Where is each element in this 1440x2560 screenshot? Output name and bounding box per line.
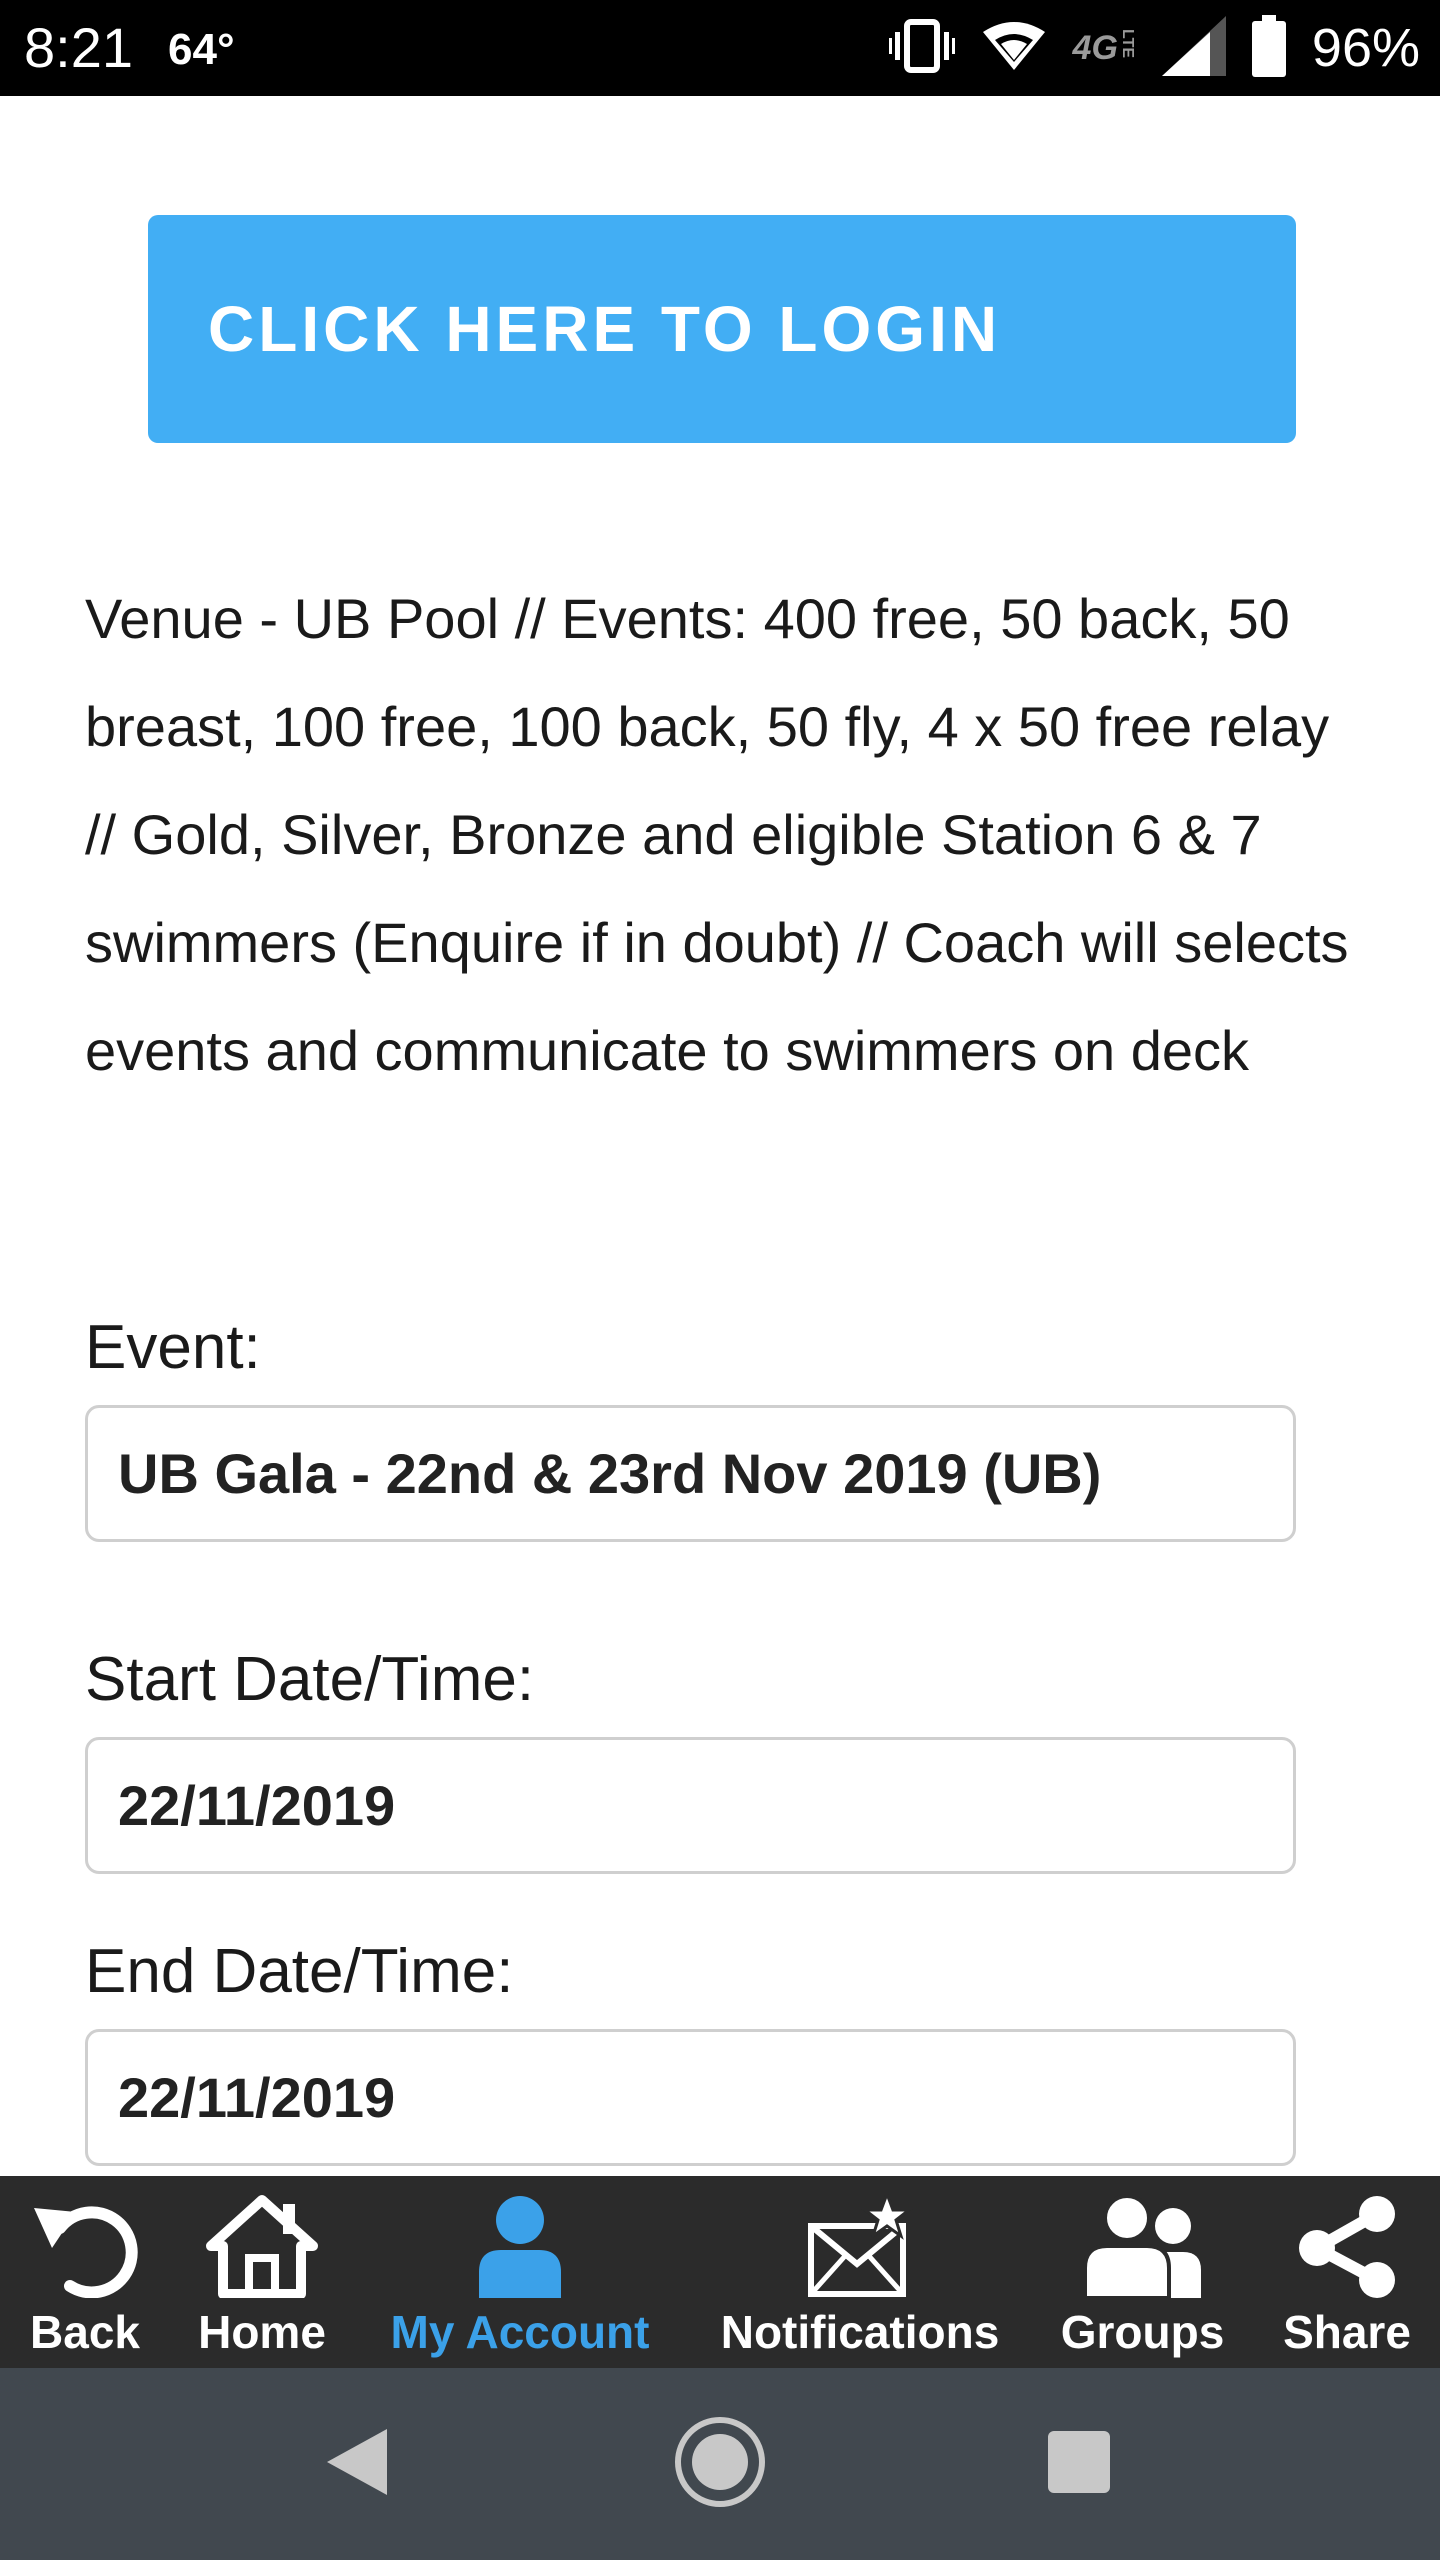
end-date-field[interactable]: 22/11/2019 [85,2029,1296,2166]
network-type: 4G [1072,28,1118,67]
login-button[interactable]: CLICK HERE TO LOGIN [148,215,1296,443]
toolbar-back[interactable]: Back [20,2176,150,2368]
network-type-icon: 4G LTE [1073,29,1136,68]
share-icon [1293,2176,1401,2304]
toolbar-share-label: Share [1283,2306,1411,2358]
status-icons: 4G LTE 96% [888,10,1420,86]
toolbar-home-label: Home [198,2306,326,2358]
toolbar-share[interactable]: Share [1272,2176,1422,2368]
toolbar-groups[interactable]: Groups [1055,2176,1230,2368]
home-icon [203,2176,321,2304]
bottom-toolbar: Back Home My Account Notifications Group… [0,2176,1440,2368]
home-circle-icon [672,2414,768,2515]
envelope-star-icon [805,2176,915,2304]
nav-home-button[interactable] [640,2368,800,2560]
toolbar-notifications[interactable]: Notifications [705,2176,1015,2368]
user-icon [475,2176,565,2304]
nav-recents-button[interactable] [999,2368,1159,2560]
toolbar-groups-label: Groups [1060,2306,1225,2358]
event-label: Event: [85,1313,261,1382]
end-date-label: End Date/Time: [85,1937,514,2006]
start-date-field[interactable]: 22/11/2019 [85,1737,1296,1874]
nav-back-button[interactable] [276,2368,436,2560]
status-temperature: 64° [168,25,235,74]
back-triangle-icon [323,2427,389,2502]
vibrate-icon [888,18,955,79]
status-time: 8:21 [24,16,133,79]
toolbar-back-label: Back [30,2306,140,2358]
toolbar-my-account[interactable]: My Account [380,2176,660,2368]
battery-percent: 96% [1311,18,1420,78]
wifi-icon [981,18,1047,79]
status-bar: 8:21 64° 4G LTE 96% [0,0,1440,96]
start-date-label: Start Date/Time: [85,1645,535,1714]
battery-icon [1251,14,1286,82]
network-subtype: LTE [1118,28,1136,58]
toolbar-notifications-label: Notifications [720,2306,1000,2358]
signal-icon [1161,15,1226,81]
event-description: Venue - UB Pool // Events: 400 free, 50 … [85,587,1349,1082]
toolbar-my-account-label: My Account [390,2306,650,2358]
toolbar-home[interactable]: Home [192,2176,332,2368]
system-nav-bar [0,2368,1440,2560]
event-field[interactable]: UB Gala - 22nd & 23rd Nov 2019 (UB) [85,1405,1296,1542]
groups-icon [1081,2176,1205,2304]
recents-square-icon [1046,2429,1112,2500]
undo-arrow-icon [30,2176,140,2304]
